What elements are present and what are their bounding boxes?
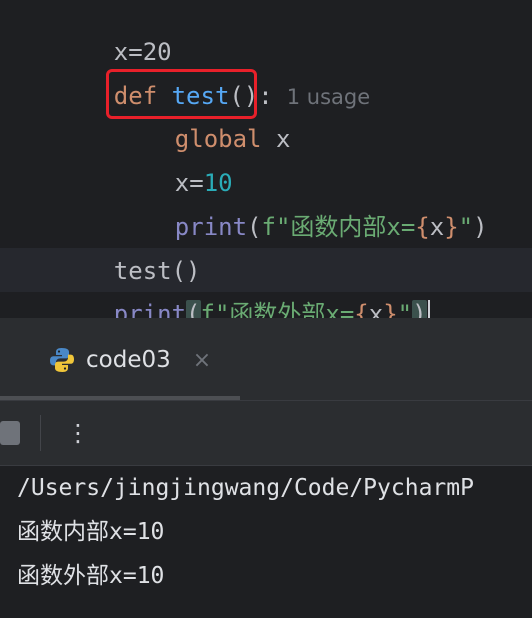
code-line-def[interactable]: def test(): 1 usage [56,30,370,110]
usage-hint[interactable]: 1 usage [287,85,370,109]
code-line-print-outer[interactable]: print(f"函数外部x={x}") [56,248,430,318]
code-line-global[interactable]: global x [117,73,291,153]
close-icon[interactable]: × [193,348,211,373]
fstring-prefix: f"函数外部x= [200,300,355,318]
console-line-inner: 函数内部x=10 [17,519,165,545]
console-output[interactable]: /Users/jingjingwang/Code/PycharmP 函数内部x=… [0,466,532,618]
paren-open-matched: ( [186,300,201,318]
fstring-quote: " [397,300,413,318]
paren-open: ( [247,213,262,241]
tab-code03[interactable]: code03 × [48,340,211,380]
run-tool-window: code03 × ⋮ /Users/jingjingwang/Code/Pych… [0,322,532,618]
paren-close-matched: ) [412,300,427,318]
code-line-print-inner[interactable]: print(f"函数内部x={x}") [117,161,488,241]
brace-close: } [444,213,459,241]
brace-close: } [383,300,398,318]
global-var: x [275,125,291,153]
python-icon [50,348,74,372]
code-line-assign[interactable]: x=10 [117,117,233,197]
brace-open: { [354,300,369,318]
paren-close: ) [473,213,488,241]
toolbar-separator [40,415,41,451]
fstring-var: x [429,213,445,241]
console-line-outer: 函数外部x=10 [17,563,165,589]
console-line-path: /Users/jingjingwang/Code/PycharmP [17,475,474,501]
run-toolbar: ⋮ [0,400,532,466]
stop-icon[interactable] [0,421,20,445]
builtin-print: print [113,300,187,318]
tab-label: code03 [86,347,171,373]
more-vertical-icon[interactable]: ⋮ [66,413,90,453]
fstring-var: x [368,300,384,318]
code-line-x20[interactable]: x=20 [56,0,172,66]
fstring-quote: " [458,213,474,241]
fstring-prefix: f"函数内部x= [261,213,416,241]
run-tab-bar: code03 × [0,322,532,400]
code-editor[interactable]: x=20 def test(): 1 usage global x x=10 pr… [0,0,532,318]
text-caret [427,300,430,318]
code-line-call[interactable]: test() [56,205,201,285]
brace-open: { [415,213,430,241]
